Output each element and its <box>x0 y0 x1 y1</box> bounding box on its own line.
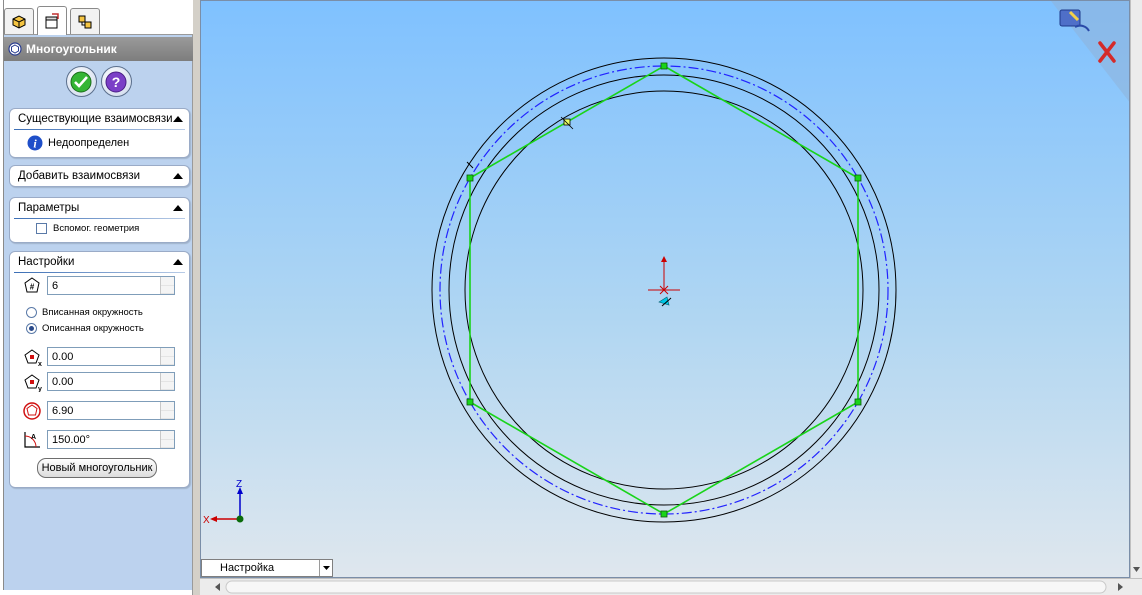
parameters-group: Параметры Вспомог. геометрия <box>9 197 190 243</box>
inscribed-circle-label: Вписанная окружность <box>42 307 143 318</box>
sides-input[interactable]: 6 <box>47 276 175 295</box>
add-relations-title: Добавить взаимосвязи <box>18 170 141 182</box>
svg-text:#: # <box>30 283 35 292</box>
property-manager-body: Многоугольник ? Существующие взаимосвязи… <box>3 0 193 590</box>
triad-z-label: Z <box>236 479 242 490</box>
number-of-sides-icon: # <box>24 277 40 293</box>
center-y-row: y <box>22 372 42 392</box>
new-polygon-label: Новый многоугольник <box>41 462 153 474</box>
angle-input[interactable]: 150.00° <box>47 430 175 449</box>
construction-geometry-checkbox[interactable] <box>36 223 47 234</box>
add-relations-group: Добавить взаимосвязи <box>9 165 190 187</box>
status-text: Недоопределен <box>48 137 130 149</box>
midpoint-marker[interactable] <box>563 118 571 126</box>
circumscribed-circle-radio[interactable] <box>26 323 37 334</box>
svg-text:x: x <box>38 361 42 367</box>
angle-icon: A <box>24 432 40 448</box>
ok-button[interactable] <box>65 66 97 97</box>
polygon-icon <box>8 42 22 56</box>
vertex-point[interactable] <box>660 510 668 518</box>
angle-value: 150.00° <box>52 433 91 446</box>
sketch-canvas[interactable]: Z X <box>201 1 1130 578</box>
svg-text:?: ? <box>112 74 121 90</box>
svg-text:A: A <box>31 434 36 441</box>
collapse-caret-icon[interactable] <box>173 173 183 179</box>
tab-property-manager[interactable] <box>37 6 67 35</box>
vertex-point[interactable] <box>854 398 862 406</box>
panel-titlebar: Многоугольник <box>4 37 193 61</box>
parameters-title: Параметры <box>18 202 80 214</box>
inscribed-circle-radio[interactable] <box>26 307 37 318</box>
collapse-caret-icon[interactable] <box>173 205 183 211</box>
configuration-value: Настройка <box>220 562 275 574</box>
vertex-point[interactable] <box>466 398 474 406</box>
circumscribed-circle-label: Описанная окружность <box>42 323 144 334</box>
checkmark-icon <box>70 71 92 92</box>
center-x-value: 0.00 <box>52 350 74 363</box>
existing-relations-title: Существующие взаимосвязи <box>18 113 173 125</box>
add-relations-header[interactable]: Добавить взаимосвязи <box>10 166 189 186</box>
horizontal-scrollbar[interactable] <box>200 578 1142 595</box>
vertex-point[interactable] <box>854 174 862 182</box>
tab-configuration-manager[interactable] <box>70 8 100 34</box>
triad-x-label: X <box>203 515 210 526</box>
svg-text:y: y <box>38 386 42 392</box>
center-y-value: 0.00 <box>52 375 74 388</box>
new-polygon-button[interactable]: Новый многоугольник <box>37 458 157 478</box>
existing-relations-group: Существующие взаимосвязи i Недоопределен <box>9 108 190 158</box>
existing-relations-header[interactable]: Существующие взаимосвязи <box>10 109 189 129</box>
collapse-caret-icon[interactable] <box>173 259 183 265</box>
collapse-caret-icon[interactable] <box>173 116 183 122</box>
graphics-area[interactable]: Z X <box>200 0 1130 578</box>
center-x-icon: x <box>24 349 42 367</box>
help-icon: ? <box>105 71 127 92</box>
property-manager-panel: Многоугольник ? Существующие взаимосвязи… <box>0 0 193 595</box>
ok-help-row: ? <box>4 66 193 102</box>
property-manager-icon <box>45 13 59 29</box>
angle-spinner[interactable] <box>160 431 174 448</box>
center-x-spinner[interactable] <box>160 348 174 365</box>
origin-arrow <box>661 256 667 262</box>
center-x-row: x <box>22 347 42 367</box>
sides-row: # <box>22 276 42 296</box>
center-y-icon: y <box>24 374 42 392</box>
center-y-spinner[interactable] <box>160 373 174 390</box>
diameter-input[interactable]: 6.90 <box>47 401 175 420</box>
diameter-row <box>22 401 42 421</box>
construction-geometry-label: Вспомог. геометрия <box>53 223 140 234</box>
help-button[interactable]: ? <box>100 66 132 97</box>
configuration-dropdown[interactable]: Настройка <box>201 559 333 577</box>
sides-value: 6 <box>52 279 59 292</box>
parameters-header[interactable]: Параметры <box>10 198 189 218</box>
panel-title: Многоугольник <box>26 42 117 56</box>
sides-spinner[interactable] <box>160 277 174 294</box>
vertex-point[interactable] <box>466 174 474 182</box>
angle-row: A <box>22 430 42 450</box>
reference-triad: Z X <box>203 479 244 526</box>
diameter-spinner[interactable] <box>160 402 174 419</box>
dropdown-arrow-icon[interactable] <box>319 560 332 576</box>
feature-manager-icon <box>12 14 26 29</box>
tab-feature-manager[interactable] <box>4 8 34 34</box>
center-x-input[interactable]: 0.00 <box>47 347 175 366</box>
scrollbar-arrows <box>1133 567 1140 572</box>
settings-title: Настройки <box>18 256 75 268</box>
center-y-input[interactable]: 0.00 <box>47 372 175 391</box>
vertical-scrollbar[interactable] <box>1130 0 1142 578</box>
vertex-point[interactable] <box>660 62 668 70</box>
settings-header[interactable]: Настройки <box>10 252 189 272</box>
diameter-value: 6.90 <box>52 404 74 417</box>
info-icon: i <box>27 135 43 151</box>
circle-diameter-icon <box>23 402 41 420</box>
configuration-manager-icon <box>78 15 92 28</box>
settings-group: Настройки # 6 Вписанная окружность Описа… <box>9 251 190 488</box>
manager-tabbar <box>4 0 193 35</box>
scrollbar-arrows <box>215 580 1123 594</box>
